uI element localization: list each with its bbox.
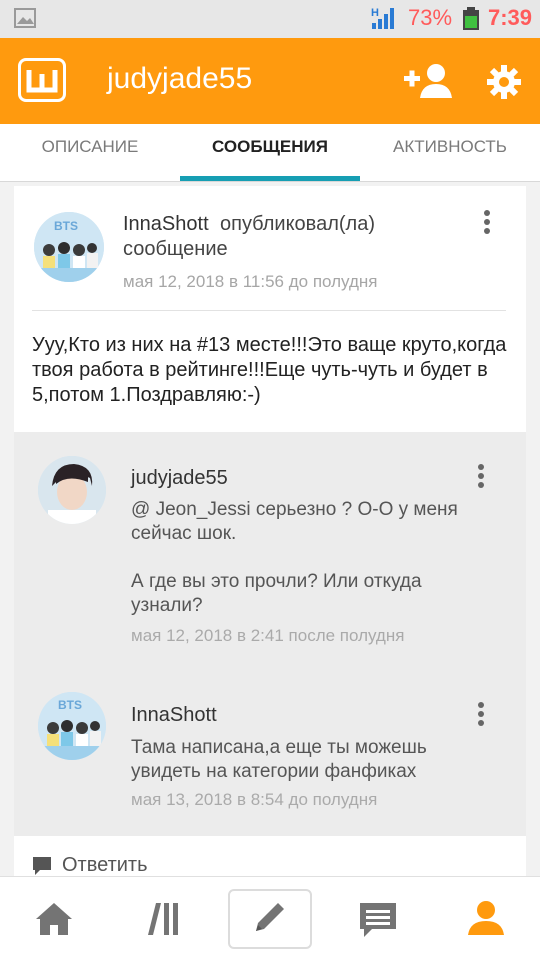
tab-description[interactable]: ОПИСАНИЕ [0,124,180,182]
post-action-line2: сообщение [123,238,228,260]
divider [32,310,506,311]
message-card: BTS InnaShott опубликовал(ла) сообщение … [14,186,526,876]
avatar-image: BTS [38,692,106,760]
home-icon[interactable] [26,891,82,947]
logo-w-icon [26,70,58,93]
post-author[interactable]: InnaShott [123,213,209,236]
replies-list: judyjade55 @ Jeon_Jessi серьезно ? О-О у… [14,432,526,836]
gear-icon[interactable] [484,62,524,102]
page-title: judyjade55 [107,62,253,95]
gallery-notification-icon [14,8,36,28]
add-user-button[interactable] [404,62,456,100]
reply-author[interactable]: InnaShott [131,704,217,727]
bottom-navigation [0,876,540,960]
reply-button[interactable]: Ответить [62,854,148,876]
app-logo[interactable] [18,58,66,102]
avatar[interactable]: BTS [38,692,106,760]
reply-author[interactable]: judyjade55 [131,467,228,490]
active-tab-indicator [180,176,360,181]
avatar-image [38,456,106,524]
clock: 7:39 [488,5,533,30]
profile-tabs: ОПИСАНИЕ СООБЩЕНИЯ АКТИВНОСТЬ [0,124,540,182]
avatar[interactable]: BTS [34,212,104,282]
reply-text: А где вы это прочли? Или откуда узнали? [131,571,422,616]
tab-activity[interactable]: АКТИВНОСТЬ [360,124,540,182]
battery-icon [463,7,479,30]
tab-messages[interactable]: СООБЩЕНИЯ [180,124,360,182]
reply-timestamp: мая 13, 2018 в 8:54 до полудня [131,790,378,809]
signal-icon: H [371,7,394,29]
avatar-image: BTS [34,212,104,282]
svg-text:BTS: BTS [58,698,82,712]
status-bar: H 73% 7:39 [0,0,540,38]
post-more-icon[interactable] [480,210,494,238]
pencil-icon [256,903,284,931]
post-body: Ууу,Кто из них на #13 месте!!!Это ваще к… [32,334,507,406]
app-header: judyjade55 [0,38,540,124]
network-type: H [371,7,379,19]
post-timestamp: мая 12, 2018 в 11:56 до полудня [123,272,378,291]
messages-icon[interactable] [350,891,406,947]
reply-more-icon[interactable] [474,464,488,492]
post-action: опубликовал(ла) [220,213,375,235]
svg-text:BTS: BTS [54,219,78,233]
reply-more-icon[interactable] [474,702,488,730]
battery-percent: 73% [408,5,453,30]
reply-timestamp: мая 12, 2018 в 2:41 после полудня [131,626,405,645]
avatar[interactable] [38,456,106,524]
reply-text: Тама написана,а еще ты можешь увидеть на… [131,737,427,782]
library-icon[interactable] [134,891,190,947]
write-button[interactable] [228,889,312,949]
reply-text: @ Jeon_Jessi серьезно ? О-О у меня сейча… [131,499,458,544]
reply-icon[interactable] [32,856,52,876]
profile-icon[interactable] [458,891,514,947]
